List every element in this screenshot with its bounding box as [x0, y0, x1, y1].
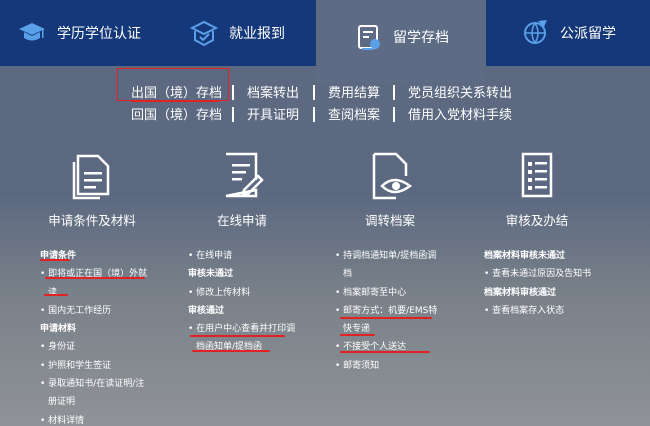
list-item-continuation: 册证明 — [48, 397, 76, 408]
document-eye-icon — [368, 150, 413, 200]
link-party-relation-transfer[interactable]: 党员组织关系转出 — [408, 82, 512, 101]
section-heading: 档案材料审核未通过 — [484, 251, 566, 261]
divider — [313, 85, 315, 100]
list-item: 不接受个人送达 — [335, 338, 450, 356]
tab-label: 学历学位认证 — [57, 26, 141, 42]
list-item: 查看未通过原因及告知书 — [484, 265, 619, 283]
red-underline — [131, 101, 219, 102]
list-item: 持调档通知单/提档函调 — [335, 247, 450, 265]
mortarboard-box-icon — [189, 18, 219, 48]
list-item: 身份证 — [40, 338, 150, 356]
column-application-requirements[interactable]: 申请条件及材料 — [32, 150, 152, 229]
link-return-archive[interactable]: 回国（境）存档 — [131, 104, 222, 123]
materials-details-link[interactable]: 材料详情 — [40, 412, 150, 426]
tab-study-abroad-archive[interactable]: 留学存档 — [316, 0, 486, 82]
red-annotation-line — [40, 259, 70, 261]
link-borrow-party-materials[interactable]: 借用入党材料手续 — [408, 104, 512, 123]
globe-plane-icon — [520, 18, 550, 48]
tab-label: 公派留学 — [560, 26, 616, 42]
divider — [232, 85, 234, 100]
documents-icon — [70, 150, 114, 200]
top-tab-bar: 学历学位认证 就业报到 留学存档 公派留学 — [0, 0, 650, 82]
column-review-complete[interactable]: 审核及办结 — [477, 150, 597, 229]
sublinks-row-1: 出国（境）存档 档案转出 费用结算 党员组织关系转出 — [0, 82, 650, 104]
list-item-continuation: 读 — [48, 287, 58, 298]
list-item: 即将或正在国（境）外就 — [40, 265, 150, 283]
list-item-continuation: 档 — [343, 269, 353, 280]
review-text-column: 档案材料审核未通过 查看未通过原因及告知书 档案材料审核通过 查看档案存入状态 — [484, 247, 619, 320]
tab-government-sponsored[interactable]: 公派留学 — [486, 0, 650, 66]
link-view-archive[interactable]: 查阅档案 — [328, 104, 380, 123]
red-annotation-line — [45, 277, 145, 279]
section-heading: 申请材料 — [40, 324, 77, 335]
list-item: 国内无工作经历 — [40, 302, 150, 320]
link-fee-settlement[interactable]: 费用结算 — [328, 82, 380, 101]
column-title: 申请条件及材料 — [48, 213, 136, 228]
red-annotation-line — [340, 334, 375, 336]
tab-degree-certification[interactable]: 学历学位认证 — [0, 0, 158, 66]
section-heading: 审核未通过 — [188, 269, 234, 280]
column-title: 调转档案 — [364, 213, 415, 228]
divider — [393, 85, 395, 100]
divider — [393, 107, 395, 122]
requirements-text-column: 申请条件 即将或正在国（境）外就 读 国内无工作经历 申请材料 身份证 护照和学… — [40, 247, 150, 426]
tab-employment-report[interactable]: 就业报到 — [158, 0, 316, 66]
form-edit-icon — [220, 150, 264, 200]
list-item: 在线申请 — [188, 247, 303, 265]
column-online-application[interactable]: 在线申请 — [182, 150, 302, 229]
section-heading: 申请条件 — [40, 251, 77, 261]
divider — [313, 107, 315, 122]
section-heading: 审核通过 — [188, 305, 225, 316]
red-annotation-line — [340, 351, 430, 353]
list-item: 档案邮寄至中心 — [335, 284, 450, 302]
sublinks-row-2: 回国（境）存档 开具证明 查阅档案 借用入党材料手续 — [0, 104, 650, 126]
red-annotation-line — [192, 350, 270, 352]
tab-label: 留学存档 — [393, 30, 449, 46]
graduation-cap-icon — [17, 18, 47, 48]
mailing-notes-link[interactable]: 邮寄须知 — [335, 357, 450, 375]
tab-label: 就业报到 — [229, 26, 285, 42]
list-item: 查看档案存入状态 — [484, 302, 619, 320]
transfer-archive-text-column: 持调档通知单/提档函调 档 档案邮寄至中心 邮寄方式：机要/EMS特 快专递 不… — [335, 247, 450, 375]
link-issue-certificate[interactable]: 开具证明 — [247, 104, 299, 123]
link-archive-transfer-out[interactable]: 档案转出 — [247, 82, 299, 101]
red-annotation-line — [340, 317, 432, 319]
divider — [232, 107, 234, 122]
checklist-icon — [515, 150, 559, 200]
column-title: 审核及办结 — [505, 213, 569, 228]
list-item: 录取通知书/在读证明/注 — [40, 375, 150, 393]
online-application-text-column: 在线申请 审核未通过 修改上传材料 审核通过 在用户中心查看并打印调 档函知单/… — [188, 247, 303, 357]
red-annotation-line — [190, 335, 285, 337]
section-heading: 档案材料审核通过 — [484, 287, 557, 298]
red-highlight-box — [117, 68, 229, 101]
red-annotation-line — [44, 294, 68, 296]
column-transfer-archive[interactable]: 调转档案 — [330, 150, 450, 229]
list-item: 护照和学生签证 — [40, 357, 150, 375]
list-item: 修改上传材料 — [188, 284, 303, 302]
archive-document-icon — [353, 22, 383, 52]
list-item-continuation: 档函知单/提档函 — [196, 342, 263, 353]
column-title: 在线申请 — [216, 213, 267, 228]
